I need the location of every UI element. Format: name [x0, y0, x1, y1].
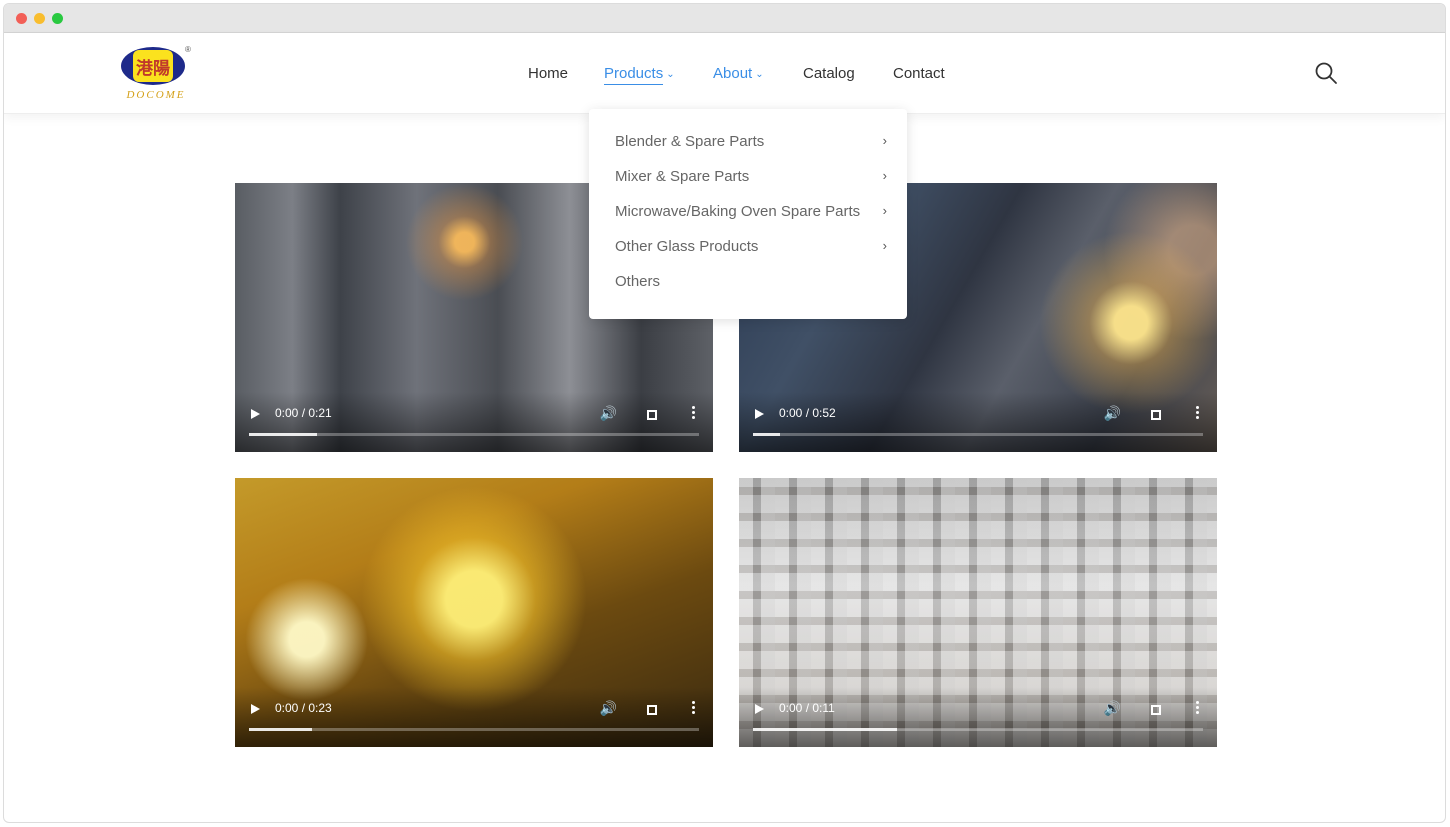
- play-icon[interactable]: [755, 409, 764, 419]
- play-icon[interactable]: [251, 409, 260, 419]
- video-progress-bar[interactable]: [753, 728, 1203, 731]
- video-controls: 0:00 / 0:23 🔊: [235, 687, 713, 747]
- video-time: 0:00 / 0:11: [779, 701, 835, 715]
- nav-about[interactable]: About ⌄: [713, 65, 764, 82]
- nav-contact-label: Contact: [893, 65, 945, 82]
- more-options-icon[interactable]: [1196, 406, 1199, 421]
- close-window-button[interactable]: [16, 13, 27, 24]
- chevron-right-icon: ›: [882, 168, 887, 183]
- video-time: 0:00 / 0:52: [779, 406, 836, 420]
- menu-item-label: Other Glass Products: [615, 238, 759, 255]
- chevron-right-icon: ›: [882, 203, 887, 218]
- progress-fill: [753, 728, 897, 731]
- fullscreen-icon[interactable]: [647, 705, 657, 715]
- nav-home[interactable]: Home: [528, 65, 568, 82]
- maximize-window-button[interactable]: [52, 13, 63, 24]
- progress-fill: [753, 433, 780, 436]
- nav-products-label: Products: [604, 65, 664, 85]
- video-time: 0:00 / 0:21: [275, 406, 332, 420]
- menu-item-others[interactable]: Others: [615, 273, 887, 297]
- more-options-icon[interactable]: [692, 406, 695, 421]
- more-options-icon[interactable]: [692, 701, 695, 716]
- video-controls: 0:00 / 0:11 🔊: [739, 687, 1217, 747]
- nav-catalog-label: Catalog: [803, 65, 855, 82]
- video-progress-bar[interactable]: [249, 728, 699, 731]
- play-icon[interactable]: [251, 704, 260, 714]
- menu-item-label: Blender & Spare Parts: [615, 133, 765, 150]
- menu-item-microwave-oven-spare-parts[interactable]: Microwave/Baking Oven Spare Parts ›: [615, 203, 887, 227]
- fullscreen-icon[interactable]: [1151, 705, 1161, 715]
- menu-item-label: Microwave/Baking Oven Spare Parts: [615, 203, 861, 220]
- video-player[interactable]: 0:00 / 0:23 🔊: [235, 478, 713, 747]
- menu-item-other-glass-products[interactable]: Other Glass Products ›: [615, 238, 887, 262]
- chevron-down-icon: ⌄: [666, 69, 675, 80]
- browser-window: 港陽 ® DOCOME Home Products ⌄ About ⌄ Catalo…: [3, 3, 1446, 823]
- video-player[interactable]: 0:00 / 0:11 🔊: [739, 478, 1217, 747]
- nav-catalog[interactable]: Catalog: [803, 65, 855, 82]
- menu-item-label: Mixer & Spare Parts: [615, 168, 750, 185]
- nav-products[interactable]: Products ⌄: [604, 65, 675, 85]
- video-controls: 0:00 / 0:52 🔊: [739, 392, 1217, 452]
- video-controls: 0:00 / 0:21 🔊: [235, 392, 713, 452]
- volume-icon[interactable]: 🔊: [600, 700, 617, 717]
- chevron-right-icon: ›: [882, 133, 887, 148]
- chevron-right-icon: ›: [882, 238, 887, 253]
- site-header: 港陽 ® DOCOME Home Products ⌄ About ⌄ Catalo…: [4, 33, 1445, 114]
- main-nav: Home Products ⌄ About ⌄ Catalog Contact: [4, 33, 1445, 113]
- progress-fill: [249, 433, 317, 436]
- menu-item-label: Others: [615, 273, 661, 290]
- nav-contact[interactable]: Contact: [893, 65, 945, 82]
- minimize-window-button[interactable]: [34, 13, 45, 24]
- menu-item-blender-spare-parts[interactable]: Blender & Spare Parts ›: [615, 133, 887, 157]
- volume-icon[interactable]: 🔊: [1104, 405, 1121, 422]
- play-icon[interactable]: [755, 704, 764, 714]
- nav-about-label: About: [713, 65, 753, 82]
- title-bar: [4, 4, 1445, 33]
- video-time: 0:00 / 0:23: [275, 701, 332, 715]
- fullscreen-icon[interactable]: [1151, 410, 1161, 420]
- volume-icon[interactable]: 🔊: [600, 405, 617, 422]
- video-progress-bar[interactable]: [753, 433, 1203, 436]
- progress-fill: [249, 728, 312, 731]
- chevron-down-icon: ⌄: [755, 69, 764, 80]
- volume-icon[interactable]: 🔊: [1104, 700, 1121, 717]
- menu-item-mixer-spare-parts[interactable]: Mixer & Spare Parts ›: [615, 168, 887, 192]
- fullscreen-icon[interactable]: [647, 410, 657, 420]
- more-options-icon[interactable]: [1196, 701, 1199, 716]
- search-icon[interactable]: [1314, 61, 1338, 85]
- products-dropdown-menu: Blender & Spare Parts › Mixer & Spare Pa…: [589, 109, 907, 319]
- nav-home-label: Home: [528, 65, 569, 82]
- video-progress-bar[interactable]: [249, 433, 699, 436]
